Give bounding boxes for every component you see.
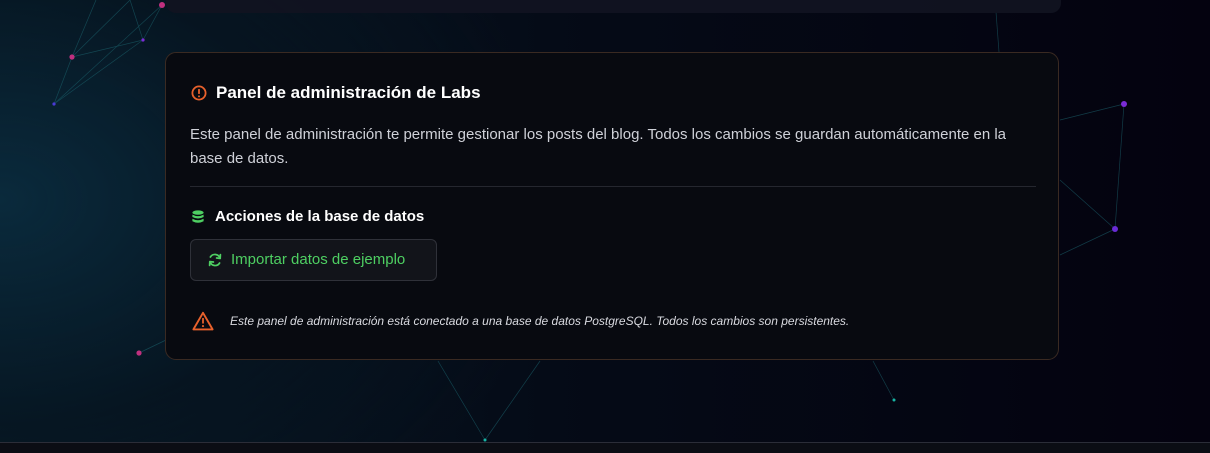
bottom-panel-edge <box>0 442 1210 453</box>
admin-panel-card: Panel de administración de Labs Este pan… <box>165 52 1059 360</box>
admin-panel-description: Este panel de administración te permite … <box>190 126 1007 167</box>
database-actions-header: Acciones de la base de datos <box>191 207 424 227</box>
info-circle-icon <box>191 85 207 101</box>
refresh-icon <box>208 253 222 267</box>
warning-text: Este panel de administración está conect… <box>230 314 850 328</box>
database-icon <box>192 210 204 223</box>
warning-notice: Este panel de administración está conect… <box>192 311 849 331</box>
warning-triangle-icon <box>192 311 214 331</box>
admin-panel-title: Panel de administración de Labs <box>216 83 481 102</box>
import-button-label: Importar datos de ejemplo <box>231 251 406 268</box>
database-actions-title: Acciones de la base de datos <box>215 208 425 225</box>
section-divider <box>190 186 1036 187</box>
import-sample-data-button[interactable]: Importar datos de ejemplo <box>190 239 437 281</box>
top-panel-edge <box>166 0 1061 13</box>
admin-panel-header: Panel de administración de Labs <box>191 82 481 104</box>
